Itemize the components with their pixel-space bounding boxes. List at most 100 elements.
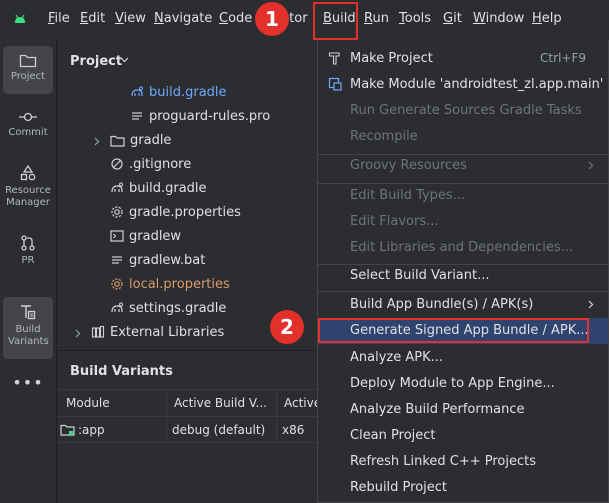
resource-manager-icon [20,164,36,181]
tool-window-strip: Project Commit Resource Manager PR Build… [0,40,57,503]
menu-item-refresh-cpp[interactable]: Refresh Linked C++ Projects [318,449,608,475]
menu-file[interactable]: File [48,11,70,26]
tree-item[interactable]: local.properties [110,272,230,296]
tool-label: PR [21,255,35,266]
commit-icon [19,112,37,122]
column-header-module[interactable]: Module [66,396,110,410]
menu-item-edit-build-types[interactable]: Edit Build Types... [318,183,608,209]
folder-icon [110,135,125,147]
library-icon [91,325,105,338]
submenu-arrow-icon [588,161,594,170]
gradle-icon [111,302,123,313]
gradle-icon [131,86,143,97]
build-variants-tool-window: Build Variants Module Active Build V... … [58,350,321,503]
project-tool-button[interactable]: Project [3,46,53,94]
tree-item-label: local.properties [129,276,230,292]
module-build-icon [328,77,342,91]
menu-navigate[interactable]: Navigate [154,11,212,26]
menu-item-select-build-variant[interactable]: Select Build Variant... [318,263,608,289]
generate-signed-highlight-box [318,318,589,343]
menu-item-make-module[interactable]: Make Module 'androidtest_zl.app.main' [318,72,608,98]
tree-item[interactable]: gradle.properties [110,200,241,224]
tool-label: Commit [8,127,48,138]
more-tools-icon[interactable]: ••• [3,373,53,393]
menu-item-make-project[interactable]: Make Project Ctrl+F9 [318,46,608,72]
menu-view[interactable]: View [115,11,146,26]
build-menu-dropdown: Make Project Ctrl+F9 Make Module 'androi… [317,40,609,503]
menu-item-recompile[interactable]: Recompile [318,124,608,150]
terminal-icon [110,230,124,242]
active-abi-cell[interactable]: x86 [282,423,304,437]
submenu-arrow-icon [588,300,594,309]
tool-label: Resource Manager [5,185,51,208]
chevron-right-icon[interactable] [94,137,100,146]
module-folder-icon [60,424,75,436]
menu-item-deploy-module[interactable]: Deploy Module to App Engine... [318,371,608,397]
tool-label: Build Variants [8,324,49,347]
tree-item-label: External Libraries [110,324,225,340]
menu-item-edit-flavors[interactable]: Edit Flavors... [318,209,608,235]
menu-item-build-bundles-apks[interactable]: Build App Bundle(s) / APK(s) [318,292,608,318]
menu-item-clean-project[interactable]: Clean Project [318,423,608,449]
build-variants-tool-button[interactable]: Build Variants [3,297,53,359]
tree-item-label: gradle [130,132,172,148]
menu-item-run-generate-sources[interactable]: Run Generate Sources Gradle Tasks [318,98,608,124]
tree-item[interactable]: proguard-rules.pro [130,104,270,128]
table-row[interactable]: :app debug (default) x86 [58,417,320,443]
tree-item-label: gradlew [129,228,182,244]
commit-tool-button[interactable]: Commit [3,110,53,152]
menu-help[interactable]: Help [532,11,562,26]
folder-icon [19,54,37,68]
menu-item-rebuild-project[interactable]: Rebuild Project [318,475,608,501]
text-file-icon [132,112,142,120]
menu-item-edit-libraries[interactable]: Edit Libraries and Dependencies... [318,235,608,261]
menu-item-analyze-build-performance[interactable]: Analyze Build Performance [318,397,608,423]
tree-item[interactable]: gradlew [110,224,181,248]
tool-label: Project [10,71,46,82]
tree-item[interactable]: gradlew.bat [110,248,205,272]
menu-window[interactable]: Window [473,11,524,26]
menu-run[interactable]: Run [364,11,389,26]
project-tool-window: Project build.gradle proguard-rules.pro … [58,40,320,348]
panel-title: Build Variants [70,364,173,379]
android-studio-icon[interactable] [13,13,27,25]
chevron-down-icon[interactable] [120,57,129,63]
active-build-variant-cell[interactable]: debug (default) [172,423,265,437]
settings-gear-icon [111,206,123,218]
menu-edit[interactable]: Edit [80,11,105,26]
tree-item[interactable]: build.gradle [110,176,207,200]
menu-item-analyze-apk[interactable]: Analyze APK... [318,345,608,371]
pull-request-icon [21,235,35,251]
module-cell: :app [78,423,105,437]
tree-item-label: build.gradle [149,84,227,100]
panel-title[interactable]: Project [70,54,122,69]
menu-code[interactable]: Code [219,11,252,26]
settings-gear-icon [111,278,123,290]
tree-item-label: gradle.properties [129,204,241,220]
shortcut-label: Ctrl+F9 [540,51,586,65]
tree-item-label: build.gradle [129,180,207,196]
menu-git[interactable]: Git [443,11,462,26]
tree-item[interactable]: build.gradle [130,80,227,104]
hammer-icon [328,52,340,65]
column-header-active-abi[interactable]: Active [284,396,321,410]
tree-item-label: proguard-rules.pro [149,108,271,124]
tree-item[interactable]: settings.gradle [110,296,226,320]
tree-item[interactable]: gradle [110,128,171,152]
menu-tools[interactable]: Tools [399,11,431,26]
tree-item[interactable]: .gitignore [110,152,191,176]
resource-manager-tool-button[interactable]: Resource Manager [3,164,53,216]
chevron-right-icon[interactable] [75,329,81,338]
pull-requests-tool-button[interactable]: PR [3,234,53,274]
gradle-icon [111,182,123,193]
build-menu-highlight-box [313,2,358,40]
tree-item-label: .gitignore [129,156,192,172]
menu-item-groovy-resources[interactable]: Groovy Resources [318,153,608,179]
tree-item-label: gradlew.bat [129,252,206,268]
column-header-active-build-variant[interactable]: Active Build V... [174,396,267,410]
menu-bar: File Edit View Navigate Code ctor Build … [0,0,609,40]
step-two-badge: 2 [270,310,304,344]
text-file-icon [112,256,122,264]
build-variants-icon [21,305,36,320]
tree-item[interactable]: External Libraries [91,320,224,344]
